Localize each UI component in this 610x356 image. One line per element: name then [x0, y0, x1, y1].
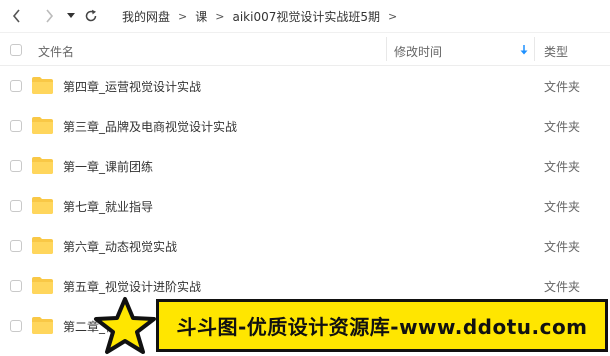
- history-dropdown-button[interactable]: [64, 5, 78, 27]
- file-name[interactable]: 第三章_品牌及电商视觉设计实战: [63, 118, 237, 135]
- chevron-left-icon: [12, 9, 20, 23]
- watermark-banner: 斗斗图-优质设计资源库-www.ddotu.com: [156, 299, 608, 352]
- refresh-button[interactable]: [82, 5, 100, 27]
- file-name[interactable]: 第一章_课前团练: [63, 158, 153, 175]
- arrow-down-icon[interactable]: [520, 45, 528, 55]
- breadcrumb-separator: >: [387, 9, 398, 23]
- forward-button[interactable]: [38, 5, 60, 27]
- folder-icon: [32, 277, 53, 294]
- file-type: 文件夹: [544, 240, 581, 254]
- folder-icon: [32, 237, 53, 254]
- file-row[interactable]: 第一章_课前团练 文件夹: [0, 146, 610, 186]
- star-icon: [94, 297, 156, 354]
- file-row[interactable]: 第四章_运营视觉设计实战 文件夹: [0, 66, 610, 106]
- file-name[interactable]: 第四章_运营视觉设计实战: [63, 78, 201, 95]
- breadcrumb: 我的网盘 > 课 > aiki007视觉设计实战班5期 >: [122, 0, 405, 32]
- folder-icon: [32, 117, 53, 134]
- column-header-name[interactable]: 文件名: [38, 43, 74, 60]
- caret-down-icon: [67, 13, 75, 18]
- file-list-header: 文件名 修改时间 类型: [0, 32, 610, 66]
- chevron-right-icon: [46, 9, 54, 23]
- watermark-text: 斗斗图-优质设计资源库-www.ddotu.com: [176, 315, 588, 339]
- breadcrumb-item-root[interactable]: 我的网盘: [122, 8, 170, 25]
- file-row[interactable]: 第七章_就业指导 文件夹: [0, 186, 610, 226]
- breadcrumb-item-course[interactable]: 课: [195, 8, 207, 25]
- breadcrumb-item-current[interactable]: aiki007视觉设计实战班5期: [232, 8, 380, 25]
- file-name[interactable]: 第六章_动态视觉实战: [63, 238, 177, 255]
- file-type: 文件夹: [544, 120, 581, 134]
- refresh-icon: [85, 9, 97, 22]
- file-type: 文件夹: [544, 200, 581, 214]
- row-checkbox[interactable]: [10, 280, 22, 292]
- row-checkbox[interactable]: [10, 200, 22, 212]
- folder-icon: [32, 77, 53, 94]
- row-checkbox[interactable]: [10, 320, 22, 332]
- column-header-type[interactable]: 类型: [544, 43, 568, 60]
- folder-icon: [32, 197, 53, 214]
- file-name[interactable]: 第七章_就业指导: [63, 198, 153, 215]
- folder-icon: [32, 317, 53, 334]
- folder-icon: [32, 157, 53, 174]
- breadcrumb-separator: >: [178, 9, 188, 23]
- breadcrumb-separator: >: [215, 9, 225, 23]
- file-row[interactable]: 第三章_品牌及电商视觉设计实战 文件夹: [0, 106, 610, 146]
- back-button[interactable]: [6, 5, 28, 27]
- column-header-modified[interactable]: 修改时间: [394, 43, 442, 60]
- select-all-checkbox[interactable]: [10, 44, 22, 56]
- column-divider[interactable]: [386, 37, 387, 61]
- file-type: 文件夹: [544, 160, 581, 174]
- row-checkbox[interactable]: [10, 240, 22, 252]
- toolbar: 我的网盘 > 课 > aiki007视觉设计实战班5期 >: [0, 0, 610, 32]
- row-checkbox[interactable]: [10, 120, 22, 132]
- file-type: 文件夹: [544, 80, 581, 94]
- file-name[interactable]: 第五章_视觉设计进阶实战: [63, 278, 201, 295]
- file-row[interactable]: 第六章_动态视觉实战 文件夹: [0, 226, 610, 266]
- column-divider[interactable]: [534, 37, 535, 61]
- row-checkbox[interactable]: [10, 160, 22, 172]
- file-type: 文件夹: [544, 280, 581, 294]
- row-checkbox[interactable]: [10, 80, 22, 92]
